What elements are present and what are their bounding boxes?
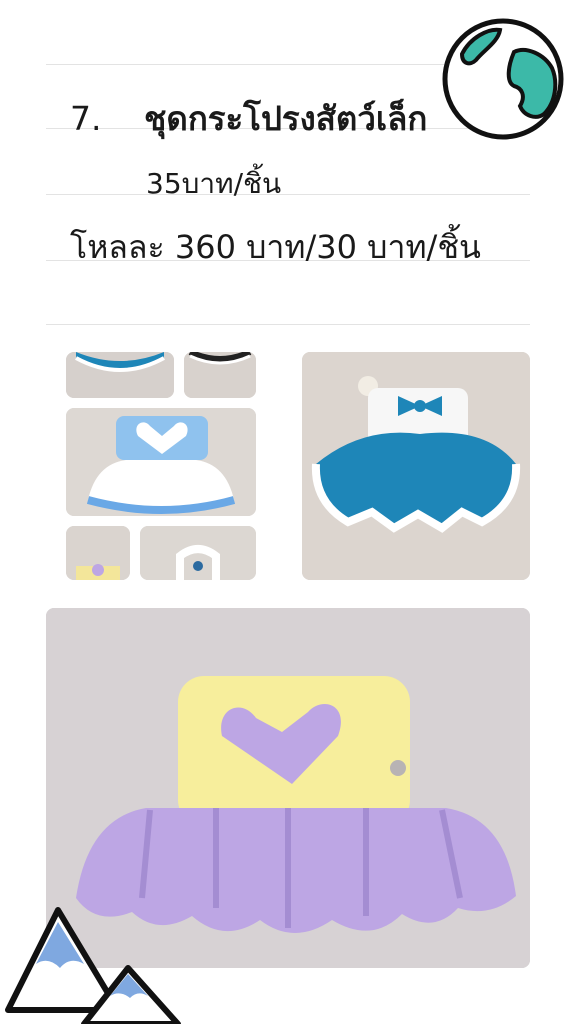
wholesale-price: โหลละ 360 บาท/30 บาท/ชิ้น xyxy=(70,228,481,266)
rule-line xyxy=(46,194,530,195)
item-heading: 7. ชุดกระโปรงสัตว์เล็ก xyxy=(70,92,427,145)
item-title: ชุดกระโปรงสัตว์เล็ก xyxy=(144,99,428,138)
globe-sticker-icon xyxy=(440,16,566,142)
rule-line xyxy=(46,324,530,325)
dress-photo-thumb[interactable] xyxy=(140,526,256,580)
mountains-sticker-icon xyxy=(0,898,190,1027)
unit-price: 35บาท/ชิ้น xyxy=(146,167,282,200)
blue-dress-photo[interactable] xyxy=(302,352,530,580)
item-number: 7. xyxy=(70,99,102,138)
dress-photo-thumb[interactable] xyxy=(66,526,130,580)
dress-photo-thumb[interactable] xyxy=(66,408,256,516)
dress-photo-thumb[interactable] xyxy=(184,352,256,398)
dress-photo-thumb[interactable] xyxy=(66,352,174,398)
